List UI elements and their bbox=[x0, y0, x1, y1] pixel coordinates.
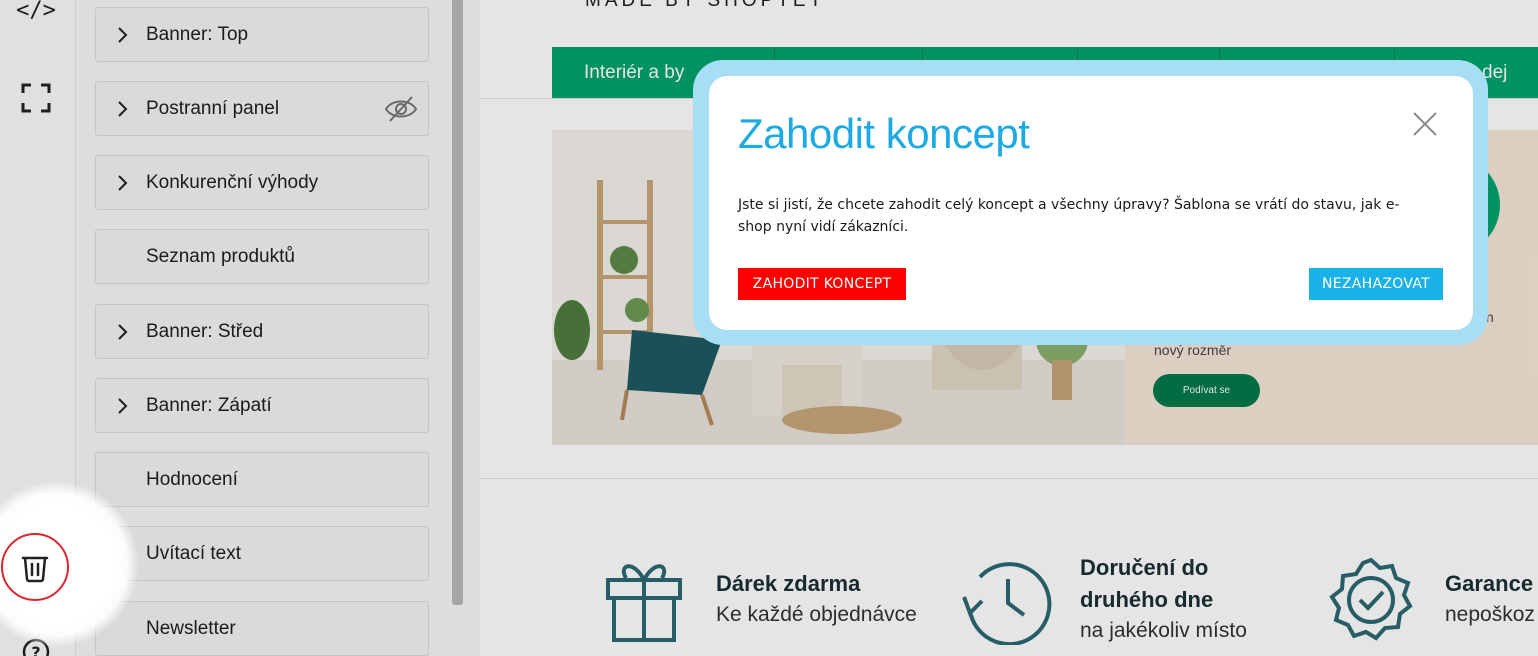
close-icon[interactable] bbox=[1411, 110, 1439, 138]
dialog-title: Zahodit koncept bbox=[738, 110, 1030, 157]
discard-draft-button[interactable] bbox=[1, 533, 69, 601]
cancel-discard-button[interactable]: NEZAHAZOVAT bbox=[1309, 268, 1443, 300]
trash-icon bbox=[21, 556, 49, 583]
dialog-message: Jste si jistí, že chcete zahodit celý ko… bbox=[738, 197, 1400, 235]
confirm-discard-button[interactable]: ZAHODIT KONCEPT bbox=[738, 268, 906, 300]
